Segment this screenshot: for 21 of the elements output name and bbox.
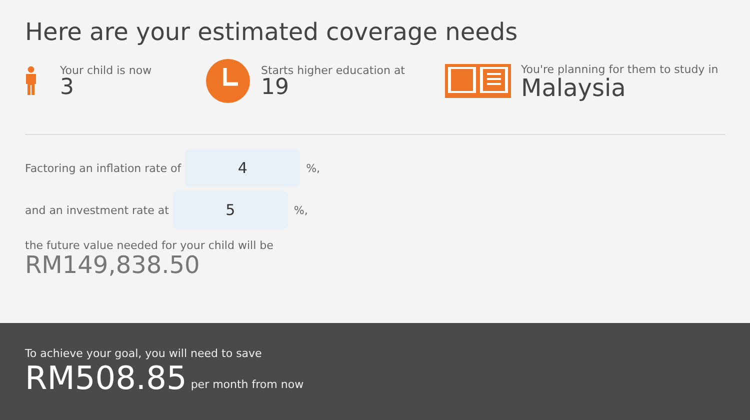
rate-label: Factoring an inflation rate of xyxy=(25,162,182,174)
rate-input-field[interactable]: 4 xyxy=(185,149,300,187)
monthly-amount: RM508.85 xyxy=(25,360,187,397)
stat-value: 3 xyxy=(60,76,75,98)
child-icon xyxy=(25,66,37,96)
future-value-label: the future value needed for your child will be xyxy=(25,239,274,252)
savings-label: To achieve your goal, you will need to save xyxy=(25,347,262,360)
stat-value: Malaysia xyxy=(521,76,627,100)
page-title: Here are your estimated coverage needs xyxy=(25,18,518,46)
stat-label: Your child is now xyxy=(60,64,152,76)
stat-label: Starts higher education at xyxy=(261,64,405,76)
rate-input-field[interactable]: 5 xyxy=(172,191,288,229)
stat-value: 19 xyxy=(261,76,290,98)
clock-icon xyxy=(205,58,251,104)
stat-label: You're planning for them to study in xyxy=(521,62,718,76)
per-month-label: per month from now xyxy=(190,378,304,391)
percent-label: %, xyxy=(294,204,308,216)
future-value: RM149,838.50 xyxy=(25,252,200,278)
percent-label: %, xyxy=(306,162,320,174)
rate-label: and an investment rate at xyxy=(25,204,169,216)
book-icon xyxy=(445,64,511,98)
